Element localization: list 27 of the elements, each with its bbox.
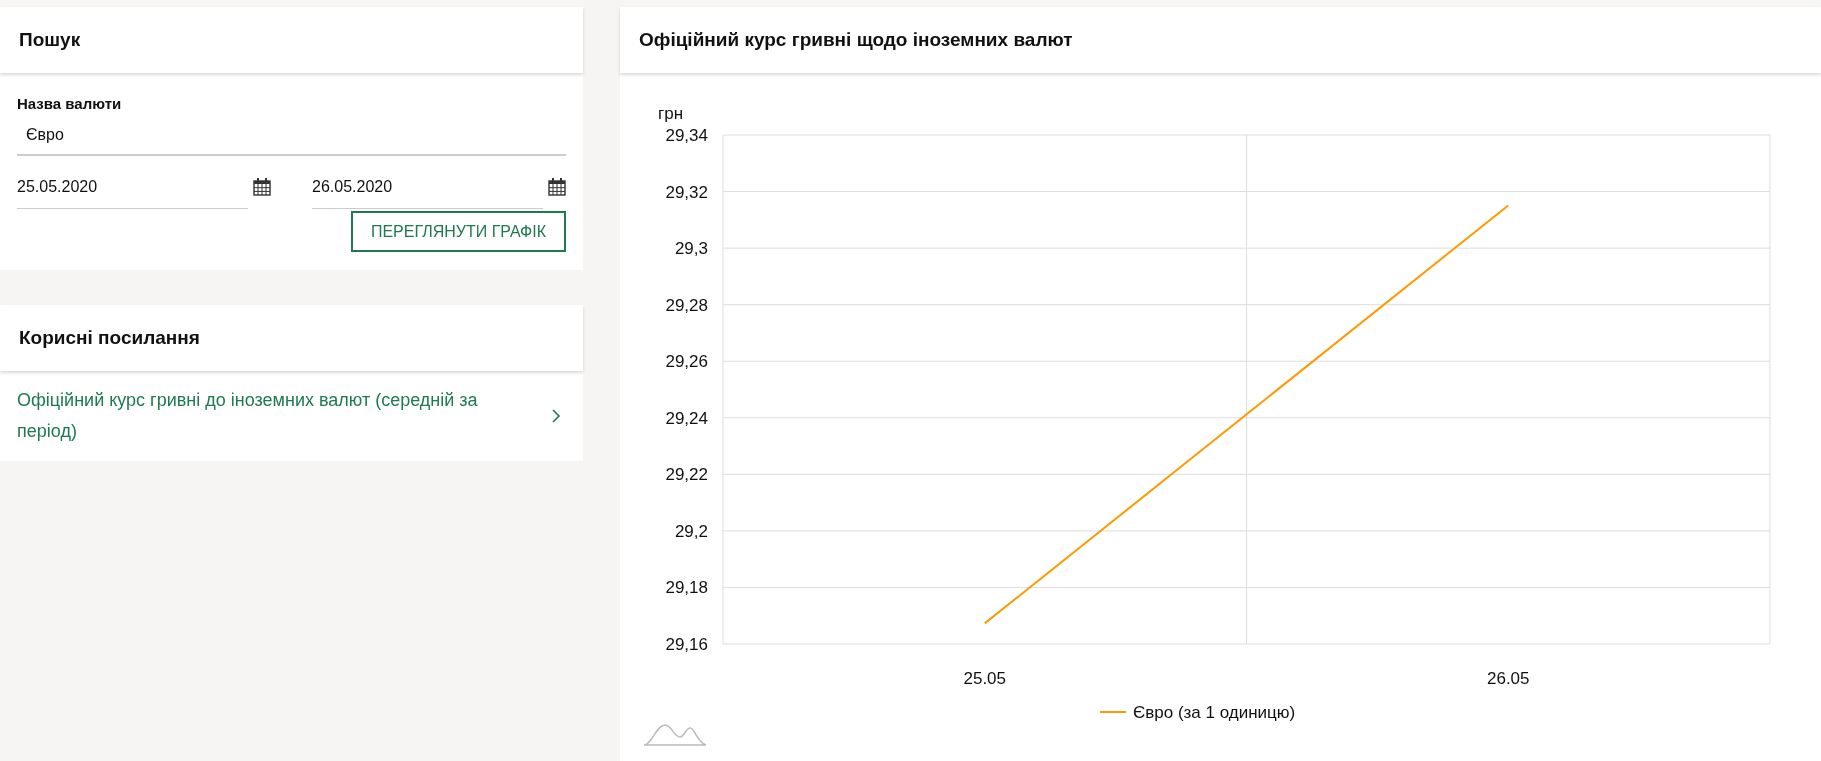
y-tick-label: 29,22 [665, 465, 708, 485]
view-chart-button[interactable]: ПЕРЕГЛЯНУТИ ГРАФІК [350, 211, 566, 252]
y-tick-label: 29,26 [665, 352, 708, 372]
legend-label: Євро (за 1 одиницю) [1133, 703, 1296, 722]
calendar-icon[interactable] [253, 178, 271, 196]
axis-title: грн [658, 104, 684, 123]
calendar-icon[interactable] [548, 178, 566, 196]
date-field[interactable]: 25.05.2020 [17, 172, 248, 209]
y-tick-label: 29,18 [665, 578, 708, 598]
x-tick-label: 25.05 [963, 669, 1006, 688]
panel-title: Офіційний курс гривні щодо іноземних валют [639, 29, 1073, 51]
x-tick-label: 26.05 [1487, 669, 1530, 688]
panel-title: Пошук [19, 29, 81, 51]
useful-link[interactable]: Офіційний курс гривні до іноземних валют (середній за період) [17, 385, 517, 447]
field-label: Назва валюти [17, 95, 122, 112]
currency-field[interactable]: Євро [17, 122, 566, 156]
panel-title: Корисні посилання [19, 327, 200, 349]
y-tick-label: 29,24 [665, 408, 708, 428]
y-tick-label: 29,2 [674, 521, 708, 541]
y-tick-label: 29,32 [665, 182, 708, 202]
y-tick-label: 29,28 [665, 295, 708, 315]
chart-logo-icon [643, 724, 707, 746]
chevron-right-icon[interactable] [551, 408, 561, 424]
y-tick-label: 29,3 [674, 239, 708, 259]
y-tick-label: 29,34 [665, 126, 708, 145]
date-field[interactable]: 26.05.2020 [312, 172, 543, 209]
y-tick-label: 29,16 [665, 635, 708, 654]
